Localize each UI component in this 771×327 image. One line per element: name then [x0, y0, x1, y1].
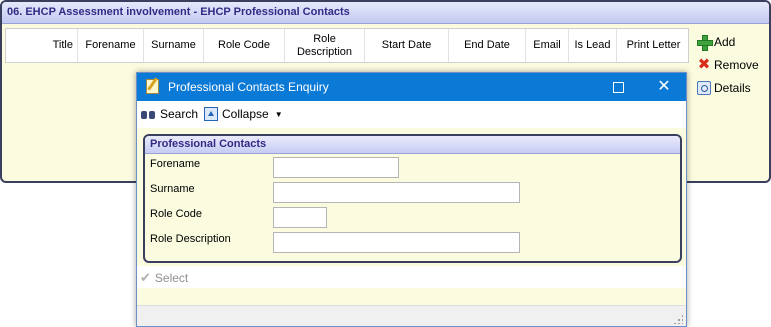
column-header-title[interactable]: Title	[6, 29, 78, 62]
search-label: Search	[160, 107, 199, 121]
select-button[interactable]: ✔ Select	[140, 270, 188, 286]
role-description-field[interactable]	[273, 232, 520, 253]
plus-icon	[697, 34, 713, 51]
surname-label: Surname	[150, 183, 195, 195]
role-description-label: Role Description	[150, 233, 231, 245]
panel-actions: Add ✖ Remove Details	[697, 30, 759, 99]
remove-x-icon: ✖	[697, 55, 711, 73]
details-button[interactable]: Details	[697, 76, 759, 99]
remove-label: Remove	[714, 57, 759, 72]
dropdown-arrow-icon[interactable]: ▼	[275, 110, 283, 119]
close-button[interactable]: ✕	[642, 73, 686, 101]
details-icon	[697, 80, 711, 95]
column-header-role-description[interactable]: Role Description	[285, 29, 365, 62]
column-header-start-date[interactable]: Start Date	[365, 29, 449, 62]
dialog-titlebar[interactable]: Professional Contacts Enquiry ✕	[137, 73, 686, 101]
forename-field[interactable]	[273, 157, 399, 178]
details-label: Details	[714, 80, 751, 95]
forename-label: Forename	[150, 158, 201, 170]
binoculars-icon	[141, 108, 156, 120]
column-header-email[interactable]: Email	[526, 29, 569, 62]
add-button[interactable]: Add	[697, 30, 759, 53]
professional-contacts-enquiry-dialog: Professional Contacts Enquiry ✕ Search C…	[136, 72, 687, 327]
panel-title: 06. EHCP Assessment involvement - EHCP P…	[2, 2, 769, 24]
column-header-forename[interactable]: Forename	[78, 29, 144, 62]
collapse-button[interactable]: Collapse ▼	[204, 107, 283, 121]
column-header-is-lead[interactable]: Is Lead	[569, 29, 617, 62]
collapse-icon	[204, 107, 218, 121]
column-header-surname[interactable]: Surname	[144, 29, 204, 62]
search-button[interactable]: Search	[141, 107, 198, 121]
contacts-grid-header: Title Forename Surname Role Code Role De…	[5, 28, 689, 63]
collapse-label: Collapse	[222, 107, 269, 121]
professional-contacts-section: Professional Contacts Forename Surname R…	[143, 134, 682, 263]
remove-button[interactable]: ✖ Remove	[697, 53, 759, 76]
column-header-print-letter[interactable]: Print Letter	[617, 29, 690, 62]
select-row: ✔ Select	[137, 266, 686, 288]
document-pencil-icon	[146, 79, 159, 94]
role-code-field[interactable]	[273, 207, 327, 228]
add-label: Add	[714, 34, 736, 49]
dialog-title: Professional Contacts Enquiry	[168, 80, 329, 94]
column-header-end-date[interactable]: End Date	[449, 29, 526, 62]
column-header-role-code[interactable]: Role Code	[204, 29, 285, 62]
role-code-label: Role Code	[150, 208, 202, 220]
section-title: Professional Contacts	[145, 136, 680, 154]
status-bar	[137, 305, 686, 326]
resize-grip-icon[interactable]	[673, 314, 683, 324]
checkmark-icon: ✔	[140, 270, 151, 285]
dialog-toolbar: Search Collapse ▼	[137, 101, 686, 128]
surname-field[interactable]	[273, 182, 520, 203]
select-label: Select	[154, 271, 189, 285]
maximize-button[interactable]	[596, 73, 640, 101]
